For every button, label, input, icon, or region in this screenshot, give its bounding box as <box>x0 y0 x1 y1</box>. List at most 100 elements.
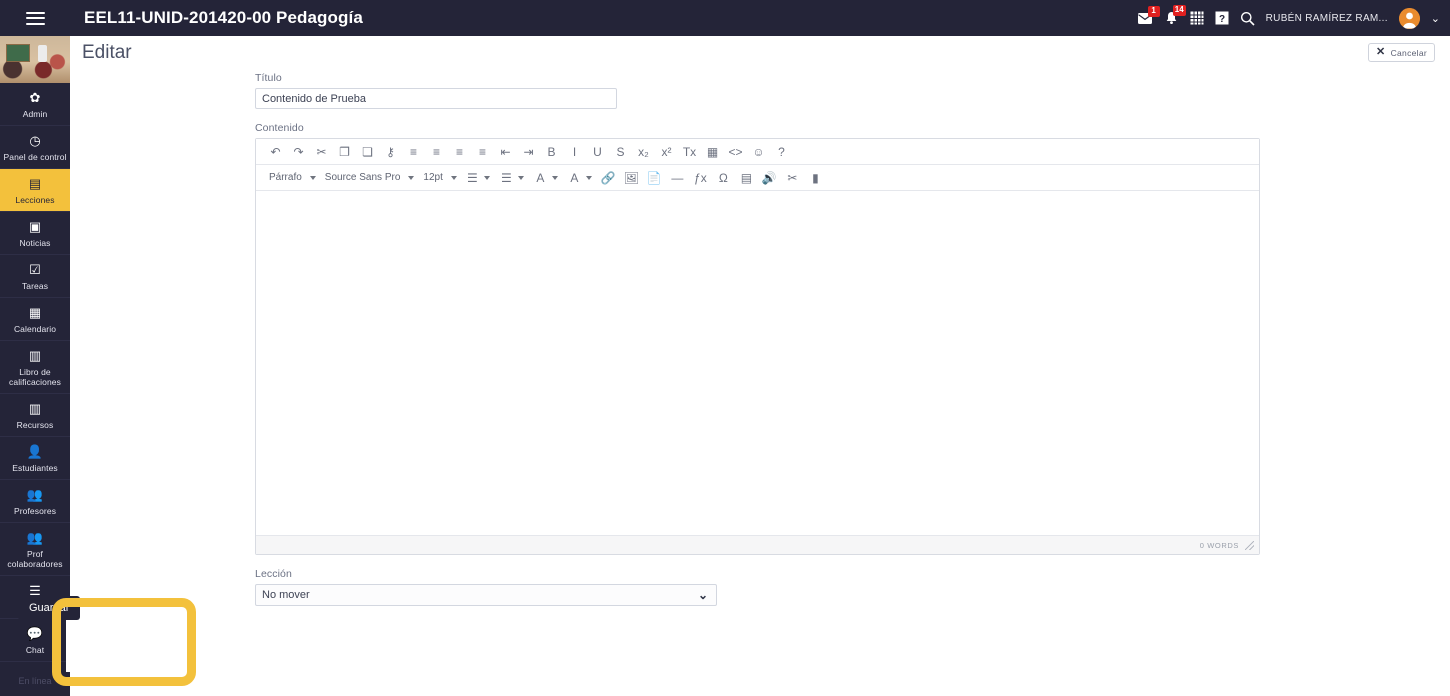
resources-icon: ▥ <box>28 401 42 416</box>
font-size-select-value: 12pt <box>423 172 443 183</box>
course-title: EEL11-UNID-201420-00 Pedagogía <box>84 8 363 27</box>
caret-down-icon <box>450 175 457 180</box>
paste-icon[interactable]: ❏ <box>356 141 379 163</box>
italic-icon[interactable]: I <box>563 141 586 163</box>
title-input[interactable] <box>255 88 617 109</box>
gradebook-icon: ▥ <box>28 348 42 363</box>
caret-down-icon[interactable] <box>483 175 490 180</box>
gear-icon: ✿ <box>29 90 41 105</box>
mail-badge: 1 <box>1147 5 1160 17</box>
align-center-icon[interactable]: ≡ <box>425 141 448 163</box>
lesson-select[interactable]: No mover ⌄ <box>255 584 717 606</box>
person-icon: 👤 <box>26 444 44 459</box>
strikethrough-icon[interactable]: S <box>609 141 632 163</box>
sidebar-item-label: Admin <box>22 109 48 119</box>
table-icon[interactable]: ▦ <box>701 141 724 163</box>
font-select[interactable]: Source Sans Pro <box>320 167 419 189</box>
find-replace-icon[interactable]: ⚷ <box>379 141 402 163</box>
highlight-color-icon[interactable]: A <box>563 167 586 189</box>
sidebar-item-libro-de-calificaciones[interactable]: ▥ Libro de calificaciones <box>0 341 70 394</box>
caret-down-icon <box>309 175 316 180</box>
main-content: Editar ✕ Cancelar Título Contenido ↶↷✂❐❏… <box>70 36 1450 696</box>
underline-icon[interactable]: U <box>586 141 609 163</box>
sidebar-item-label: Noticias <box>19 238 51 248</box>
sidebar-item-recursos[interactable]: ▥ Recursos <box>0 394 70 437</box>
user-name[interactable]: RUBÉN RAMÍREZ RAM... <box>1266 13 1388 24</box>
special-character-icon[interactable]: Ω <box>712 167 735 189</box>
numbered-list-icon[interactable]: ☰ <box>495 167 518 189</box>
caret-down-icon[interactable] <box>551 175 558 180</box>
sidebar-item-chat[interactable]: 💬 Chat <box>0 619 70 662</box>
align-justify-icon[interactable]: ≡ <box>471 141 494 163</box>
page-title: Editar <box>82 42 132 63</box>
mail-icon[interactable]: 1 <box>1137 5 1160 25</box>
video-icon[interactable]: ▮ <box>804 167 827 189</box>
sidebar-item-panel-de-control[interactable]: ◷ Panel de control <box>0 126 70 169</box>
media-icon[interactable]: ✂ <box>781 167 804 189</box>
lesson-select-value: No mover <box>262 589 310 601</box>
text-color-icon[interactable]: A <box>529 167 552 189</box>
align-right-icon[interactable]: ≡ <box>448 141 471 163</box>
sidebar-item-profesores[interactable]: 👥 Profesores <box>0 480 70 523</box>
copy-icon[interactable]: ❐ <box>333 141 356 163</box>
cancel-button[interactable]: ✕ Cancelar <box>1368 43 1435 62</box>
editor-toolbar-row-1: ↶ ↷ ✂ ❐ ❏ ⚷ ≡ ≡ ≡ ≡ ⇤ ⇥ B I U Sx₂ x² Tx ▦ <> ☺? <box>256 139 1259 165</box>
save-button[interactable]: Guardar <box>18 596 81 620</box>
sidebar-item-noticias[interactable]: ▣ Noticias <box>0 212 70 255</box>
redo-icon[interactable]: ↷ <box>287 141 310 163</box>
align-left-icon[interactable]: ≡ <box>402 141 425 163</box>
content-label: Contenido <box>255 122 304 134</box>
clear-formatting-icon[interactable]: Tx <box>678 141 701 163</box>
rich-text-editor: ↶ ↷ ✂ ❐ ❏ ⚷ ≡ ≡ ≡ ≡ ⇤ ⇥ B I U Sx₂ x² Tx ▦ <> ☺? Párrafo Sourc… <box>255 138 1260 555</box>
sidebar-item-label: Prof colaboradores <box>7 549 63 569</box>
lesson-label: Lección <box>255 568 292 580</box>
sidebar-item-label: Profesores <box>13 506 57 516</box>
page-embed-icon[interactable]: ▤ <box>735 167 758 189</box>
outdent-icon[interactable]: ⇤ <box>494 141 517 163</box>
sidebar-item-label: Panel de control <box>3 152 67 162</box>
caret-down-icon[interactable] <box>517 175 524 180</box>
image-icon[interactable]: 🖼 <box>620 167 643 189</box>
indent-icon[interactable]: ⇥ <box>517 141 540 163</box>
undo-icon[interactable]: ↶ <box>264 141 287 163</box>
formula-icon[interactable]: ƒx <box>689 167 712 189</box>
sidebar-item-calendario[interactable]: ▦ Calendario <box>0 298 70 341</box>
sidebar-item-tareas[interactable]: ☑ Tareas <box>0 255 70 298</box>
format-select[interactable]: Párrafo <box>264 167 320 189</box>
subscript-icon[interactable]: x₂ <box>632 141 655 163</box>
search-glyph <box>1240 11 1255 26</box>
file-icon[interactable]: 📄 <box>643 167 666 189</box>
caret-down-icon[interactable] <box>585 175 592 180</box>
people-icon: 👥 <box>26 487 44 502</box>
link-icon[interactable]: 🔗 <box>597 167 620 189</box>
audio-icon[interactable]: 🔊 <box>758 167 781 189</box>
people-icon: 👥 <box>26 530 44 545</box>
notifications-icon[interactable]: 14 <box>1164 5 1186 25</box>
sidebar-item-admin[interactable]: ✿ Admin <box>0 83 70 126</box>
editor-content-area[interactable] <box>256 191 1259 535</box>
news-icon: ▣ <box>28 219 42 234</box>
grid-icon[interactable] <box>1189 11 1204 25</box>
hamburger-icon[interactable] <box>0 0 70 36</box>
sidebar-item-lecciones[interactable]: ▤ Lecciones <box>0 169 70 212</box>
bullet-list-icon[interactable]: ☰ <box>461 167 484 189</box>
resize-handle-icon[interactable] <box>1245 540 1254 550</box>
sidebar-item-label: Tareas <box>21 281 49 291</box>
book-icon: ▤ <box>28 176 42 191</box>
help-icon[interactable]: ? <box>1215 11 1229 25</box>
sidebar-item-prof-colaboradores[interactable]: 👥 Prof colaboradores <box>0 523 70 576</box>
cut-icon[interactable]: ✂ <box>310 141 333 163</box>
search-icon[interactable] <box>1240 11 1255 26</box>
help-icon[interactable]: ? <box>770 141 793 163</box>
emoji-icon[interactable]: ☺ <box>747 141 770 163</box>
avatar[interactable] <box>1398 7 1420 29</box>
horizontal-rule-icon[interactable]: — <box>666 167 689 189</box>
font-size-select[interactable]: 12pt <box>418 167 460 189</box>
sidebar-item-estudiantes[interactable]: 👤 Estudiantes <box>0 437 70 480</box>
user-menu-chevron-down-icon[interactable]: ⌄ <box>1431 12 1440 25</box>
bold-icon[interactable]: B <box>540 141 563 163</box>
superscript-icon[interactable]: x² <box>655 141 678 163</box>
source-code-icon[interactable]: <> <box>724 141 747 163</box>
